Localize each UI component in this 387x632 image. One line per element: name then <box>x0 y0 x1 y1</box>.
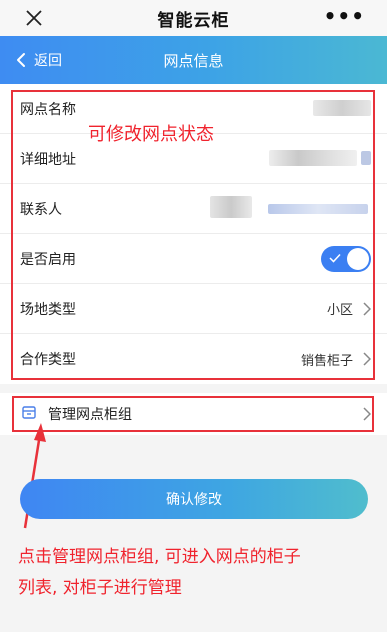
annotation-manage-note-line1: 点击管理网点柜组, 可进入网点的柜子 <box>18 547 301 567</box>
annotation-arrow <box>23 423 46 529</box>
confirm-button[interactable]: 确认修改 <box>20 479 368 519</box>
annotation-manage-note-line2: 列表, 对柜子进行管理 <box>18 578 182 598</box>
